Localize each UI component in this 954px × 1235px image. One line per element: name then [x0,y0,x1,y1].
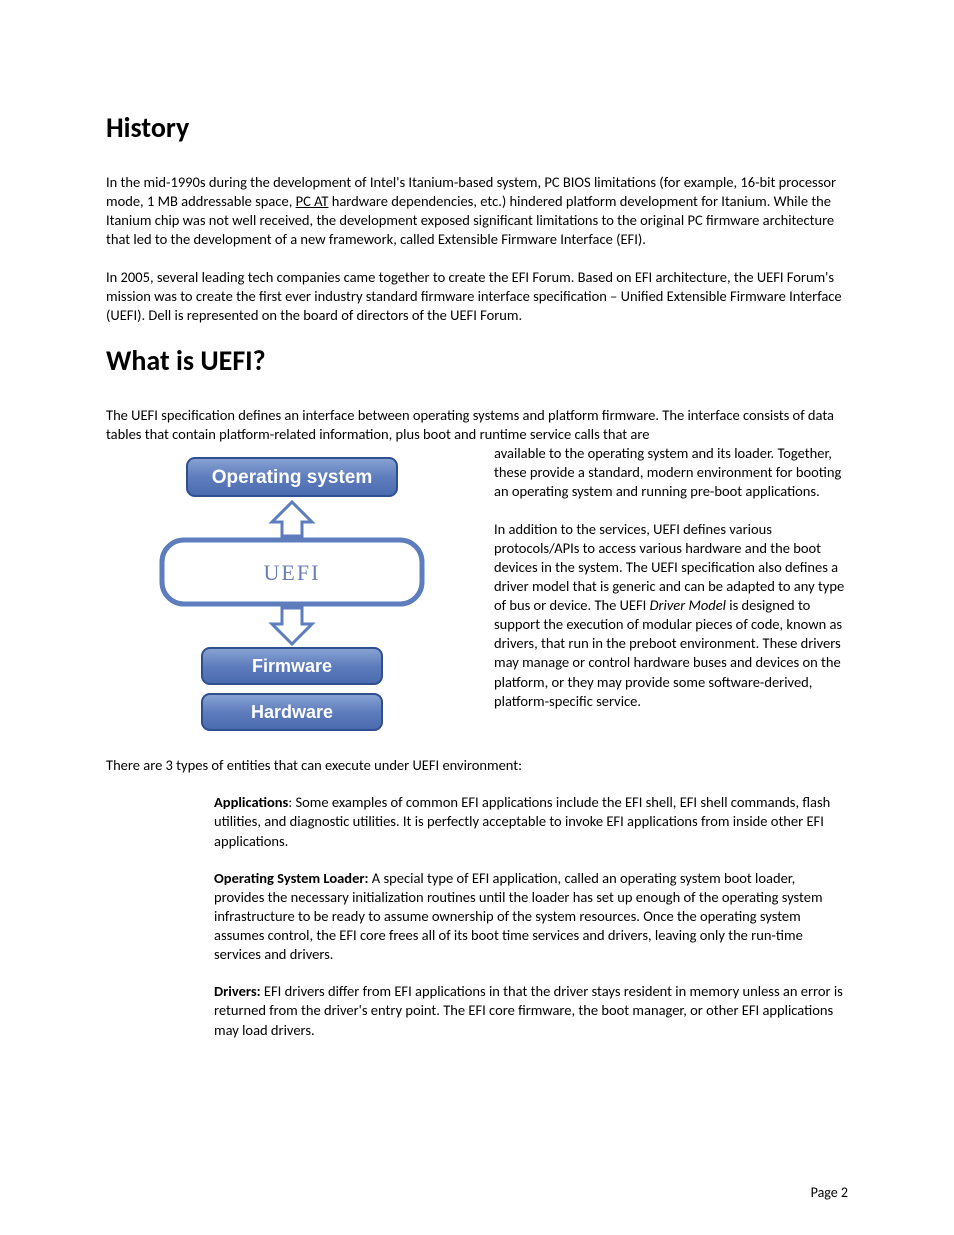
text: The UEFI specification defines an interf… [106,406,834,443]
paragraph-whatis-intro: The UEFI specification defines an interf… [106,406,848,444]
paragraph-drivers: Drivers: EFI drivers differ from EFI app… [214,982,848,1039]
link-pc-at[interactable]: PC AT [296,192,329,210]
label-os-loader: Operating System Loader: [214,869,369,887]
text: EFI drivers differ from EFI applications… [214,982,843,1038]
uefi-stack-diagram: Operating system UEFI Firmware Hardware [102,448,482,748]
paragraph-applications: Applications: Some examples of common EF… [214,793,848,850]
paragraph-three-types: There are 3 types of entities that can e… [106,756,848,775]
paragraph-history-1: In the mid-1990s during the development … [106,173,848,250]
paragraph-os-loader: Operating System Loader: A special type … [214,869,848,965]
paragraph-history-2: In 2005, several leading tech companies … [106,268,848,325]
page-container: History In the mid-1990s during the deve… [0,0,954,1235]
text-italic-driver-model: Driver Model [650,596,726,614]
label-applications: Applications [214,793,288,811]
diagram-os-label: Operating system [212,467,373,488]
uefi-stack-svg: Operating system UEFI Firmware Hardware [142,448,442,748]
diagram-hardware-label: Hardware [251,702,333,722]
diagram-firmware-label: Firmware [252,656,332,676]
label-drivers: Drivers: [214,982,261,1000]
page-number: Page 2 [811,1184,848,1201]
diagram-uefi-label: UEFI [264,560,321,585]
text: : Some examples of common EFI applicatio… [214,793,830,849]
heading-what-is-uefi: What is UEFI? [106,343,848,378]
heading-history: History [106,110,848,145]
